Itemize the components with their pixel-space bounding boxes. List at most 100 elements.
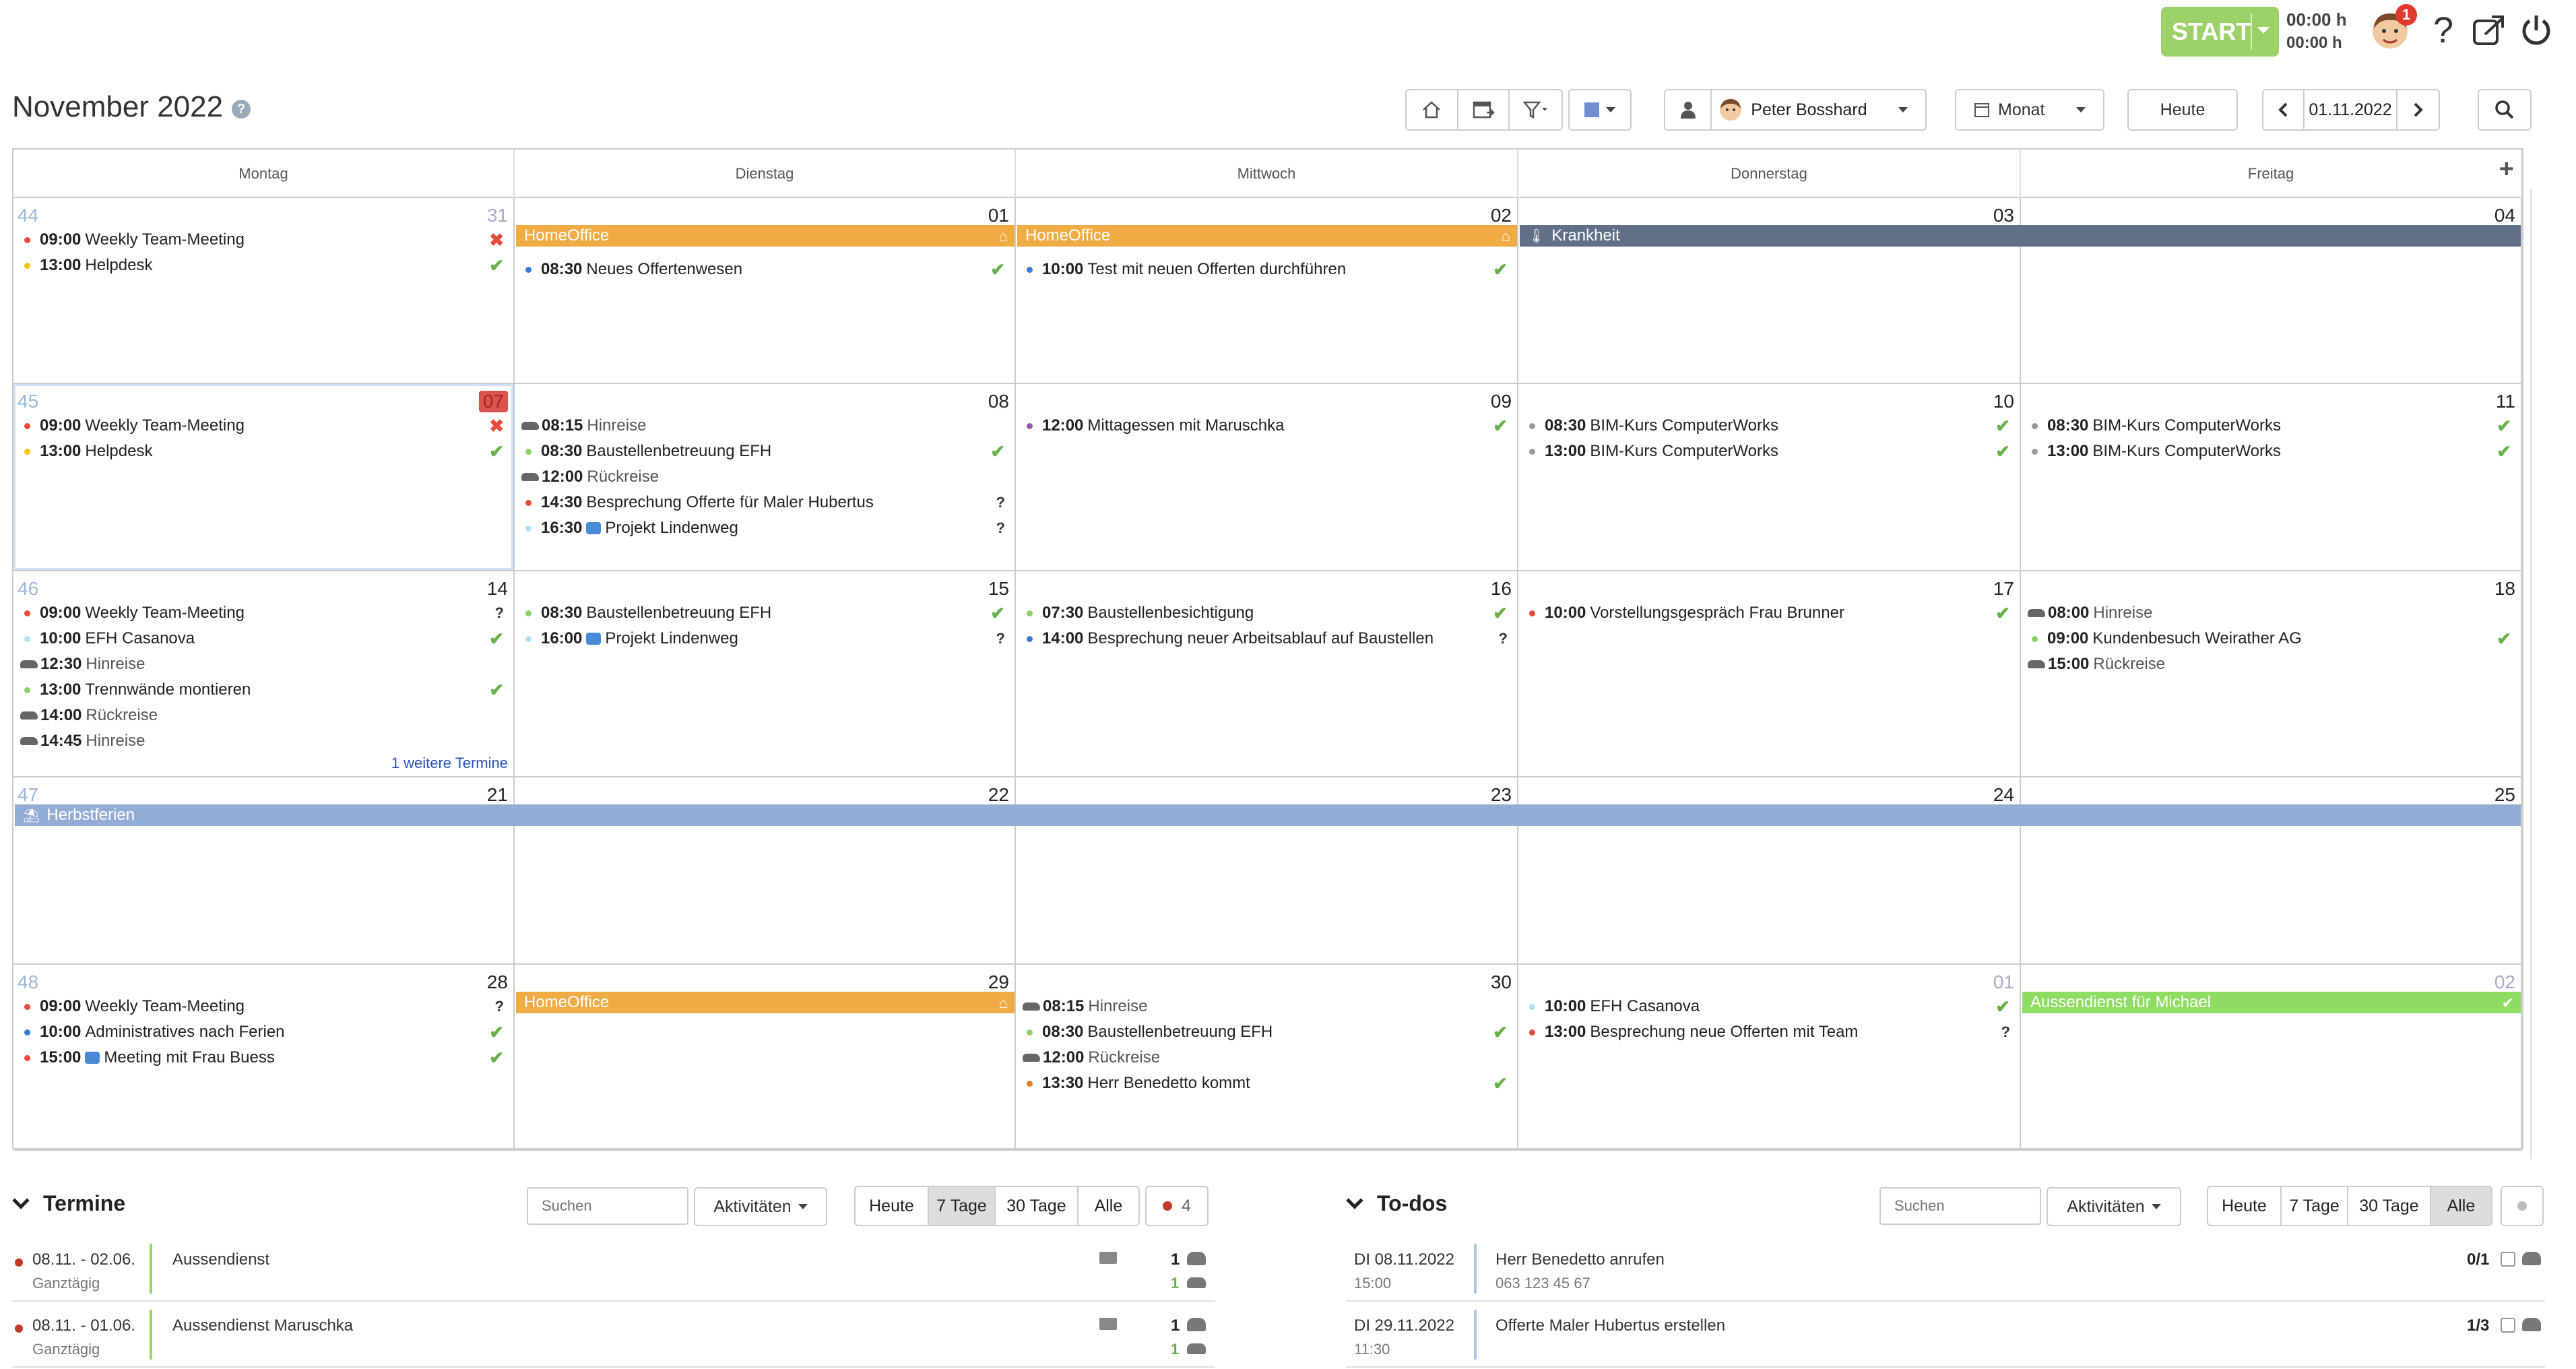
todos-activities-select[interactable]: Aktivitäten [2047,1187,2181,1226]
cross-icon[interactable]: ✖ [489,416,504,437]
calendar-event[interactable]: 16:00 Projekt Lindenweg? [521,627,1008,651]
check-icon[interactable]: ✔ [2497,416,2511,437]
help-circle-icon[interactable]: ? [232,100,251,119]
calendar-event[interactable]: 08:30 BIM-Kurs ComputerWorks ✔ [2028,414,2514,438]
allday-bar[interactable]: Aussendienst für Michael ✔ [2022,992,2521,1013]
question-icon[interactable]: ? [2001,1023,2010,1041]
add-event-plus-icon[interactable]: + [2499,155,2514,184]
check-icon[interactable]: ✔ [1493,1022,1508,1043]
calendar-event[interactable]: 13:30 Herr Benedetto kommt ✔ [1023,1071,1510,1095]
calendar-event[interactable]: 15:00 Rückreise [2028,652,2514,676]
mail-icon[interactable] [1099,1252,1117,1264]
day-cell[interactable]: 17 10:00 Vorstellungsgespräch Frau Brunner… [1518,571,2021,776]
todo-checkbox[interactable] [2501,1318,2515,1333]
home-filter-button[interactable] [1407,90,1458,129]
calendar-event[interactable]: 14:00 Rückreise [20,703,507,728]
termine-panel-title[interactable]: Termine [12,1191,125,1216]
calendar-event[interactable]: 14:45 Hinreise [20,729,507,753]
question-icon[interactable]: ? [495,604,504,622]
user-dropdown[interactable]: Peter Bosshard [1712,90,1925,129]
check-icon[interactable]: ✔ [990,259,1005,280]
day-cell[interactable]: 16 07:30 Baustellenbesichtigung ✔ 14:00 Bespr… [1016,571,1518,776]
start-button[interactable]: START [2161,7,2279,57]
question-icon[interactable]: ? [996,494,1005,511]
calendar-event[interactable]: 08:15 Hinreise [1023,994,1510,1019]
calendar-event[interactable]: 09:00 Kundenbesuch Weirather AG ✔ [2028,627,2514,651]
calendar-event[interactable]: 09:00 Weekly Team-Meeting ✖ [20,414,507,438]
day-cell[interactable]: 45 07 09:00 Weekly Team-Meeting ✖ 13:00 Helpde… [13,384,515,570]
todos-panel-title[interactable]: To-dos [1346,1191,1447,1216]
check-icon[interactable]: ✔ [1493,1073,1508,1094]
calendar-event[interactable]: 13:00 Helpdesk ✔ [20,253,507,278]
calendar-event[interactable]: 08:30 Baustellenbetreuung EFH ✔ [521,439,1008,464]
check-icon[interactable]: ✔ [489,629,504,649]
check-icon[interactable]: ✔ [990,603,1005,624]
termine-filter-1[interactable]: 7 Tage [928,1187,996,1225]
allday-bar[interactable]: HomeOffice ⌂ [516,225,1015,247]
day-cell[interactable]: 30 08:15 Hinreise 08:30 Baustellenbetreuung … [1016,965,1518,1149]
chevron-down-icon[interactable] [2257,27,2269,34]
calendar-event[interactable]: 14:00 Besprechung neuer Arbeitsablauf auf… [1023,627,1510,651]
day-cell[interactable]: 08 08:15 Hinreise 08:30 Baustellenbetreuung … [515,384,1016,570]
cross-icon[interactable]: ✖ [489,230,504,251]
calendar-event[interactable]: 12:00 Rückreise [1023,1046,1510,1070]
allday-bar[interactable]: 🌡 Krankheit [1520,225,2521,247]
calendar-event[interactable]: 08:30 Baustellenbetreuung EFH ✔ [521,601,1008,625]
question-icon[interactable]: ? [996,630,1005,647]
prev-button[interactable] [2263,90,2305,129]
question-icon[interactable]: ? [495,998,504,1015]
calendar-event[interactable]: 13:00 Trennwände montieren ✔ [20,678,507,702]
todos-filter-1[interactable]: 7 Tage [2282,1187,2349,1225]
calendar-event[interactable]: 10:00 Vorstellungsgespräch Frau Brunner ✔ [1525,601,2013,625]
todos-filter-3[interactable]: Alle [2430,1187,2491,1225]
day-cell[interactable]: 44 31 09:00 Weekly Team-Meeting ✖ 13:00 Helpde… [13,198,515,383]
todo-row[interactable]: DI 29.11.2022 11:30 Offerte Maler Hubertus… [1346,1303,2545,1368]
calendar-event[interactable]: 16:30 Projekt Lindenweg? [521,516,1008,540]
calendar-event[interactable]: 09:00 Weekly Team-Meeting? [20,994,507,1019]
day-cell[interactable]: 01 10:00 EFH Casanova ✔ 13:00 Besprechung neu… [1518,965,2021,1149]
check-icon[interactable]: ✔ [2497,441,2511,462]
calendar-scrollbar[interactable] [2530,189,2541,1159]
termine-filter-0[interactable]: Heute [856,1187,929,1225]
calendar-event[interactable]: 12:30 Hinreise [20,652,507,676]
allday-bar[interactable]: HomeOffice ⌂ [1017,225,1517,247]
question-icon[interactable]: ? [1499,630,1508,647]
search-button[interactable] [2478,89,2532,131]
todos-filter-0[interactable]: Heute [2208,1187,2282,1225]
check-icon[interactable]: ✔ [990,441,1005,462]
check-icon[interactable]: ✔ [489,1022,504,1043]
calendar-event[interactable]: 07:30 Baustellenbesichtigung ✔ [1023,601,1510,625]
day-cell[interactable]: 48 28 09:00 Weekly Team-Meeting? 10:00 Admini… [13,965,515,1149]
calendar-event[interactable]: 14:30 Besprechung Offerte für Maler Huber… [521,490,1008,515]
allday-bar[interactable]: ⛱ Herbstferien [15,804,2521,826]
color-filter-button[interactable] [1568,89,1632,131]
todo-row[interactable]: DI 08.11.2022 15:00 Herr Benedetto anrufen… [1346,1237,2545,1302]
termine-filter-2[interactable]: 30 Tage [996,1187,1078,1225]
day-cell[interactable]: 09 12:00 Mittagessen mit Maruschka ✔ [1016,384,1518,570]
check-icon[interactable]: ✔ [489,680,504,701]
check-icon[interactable]: ✔ [2497,629,2511,649]
date-display[interactable]: 01.11.2022 [2305,90,2397,129]
calendar-event[interactable]: 12:00 Rückreise [521,465,1008,489]
calendar-event[interactable]: 08:30 Baustellenbetreuung EFH ✔ [1023,1020,1510,1044]
share-icon[interactable] [2468,9,2510,51]
day-cell[interactable]: 11 08:30 BIM-Kurs ComputerWorks ✔ 13:00 BIM-K… [2021,384,2522,570]
todos-search-input[interactable] [1879,1187,2041,1225]
calendar-event[interactable]: 13:00 Besprechung neue Offerten mit Team? [1525,1020,2013,1044]
check-icon[interactable]: ✔ [1995,603,2010,624]
calendar-event[interactable]: 10:00 EFH Casanova ✔ [1525,994,2013,1019]
calendar-event[interactable]: 15:00 Meeting mit Frau Buess ✔ [20,1046,507,1070]
termine-row[interactable]: 08.11. - 02.06. Ganztägig Aussendienst 1 1 [12,1237,1215,1302]
termine-status-filter[interactable]: 4 [1145,1186,1209,1226]
calendar-event[interactable]: 10:00 Administratives nach Ferien ✔ [20,1020,507,1044]
user-select[interactable]: Peter Bosshard [1664,89,1927,131]
help-icon[interactable]: ? [2422,9,2464,51]
calendar-event[interactable]: 13:00 Helpdesk ✔ [20,439,507,464]
calendar-event[interactable]: 08:30 BIM-Kurs ComputerWorks ✔ [1525,414,2013,438]
termine-search-input[interactable] [527,1187,688,1225]
day-cell[interactable]: 15 08:30 Baustellenbetreuung EFH ✔ 16:00 Proj… [515,571,1016,776]
next-button[interactable] [2397,90,2439,129]
calendar-event[interactable]: 08:00 Hinreise [2028,601,2514,625]
day-cell[interactable]: 10 08:30 BIM-Kurs ComputerWorks ✔ 13:00 BIM-K… [1518,384,2021,570]
calendar-event[interactable]: 13:00 BIM-Kurs ComputerWorks ✔ [2028,439,2514,464]
